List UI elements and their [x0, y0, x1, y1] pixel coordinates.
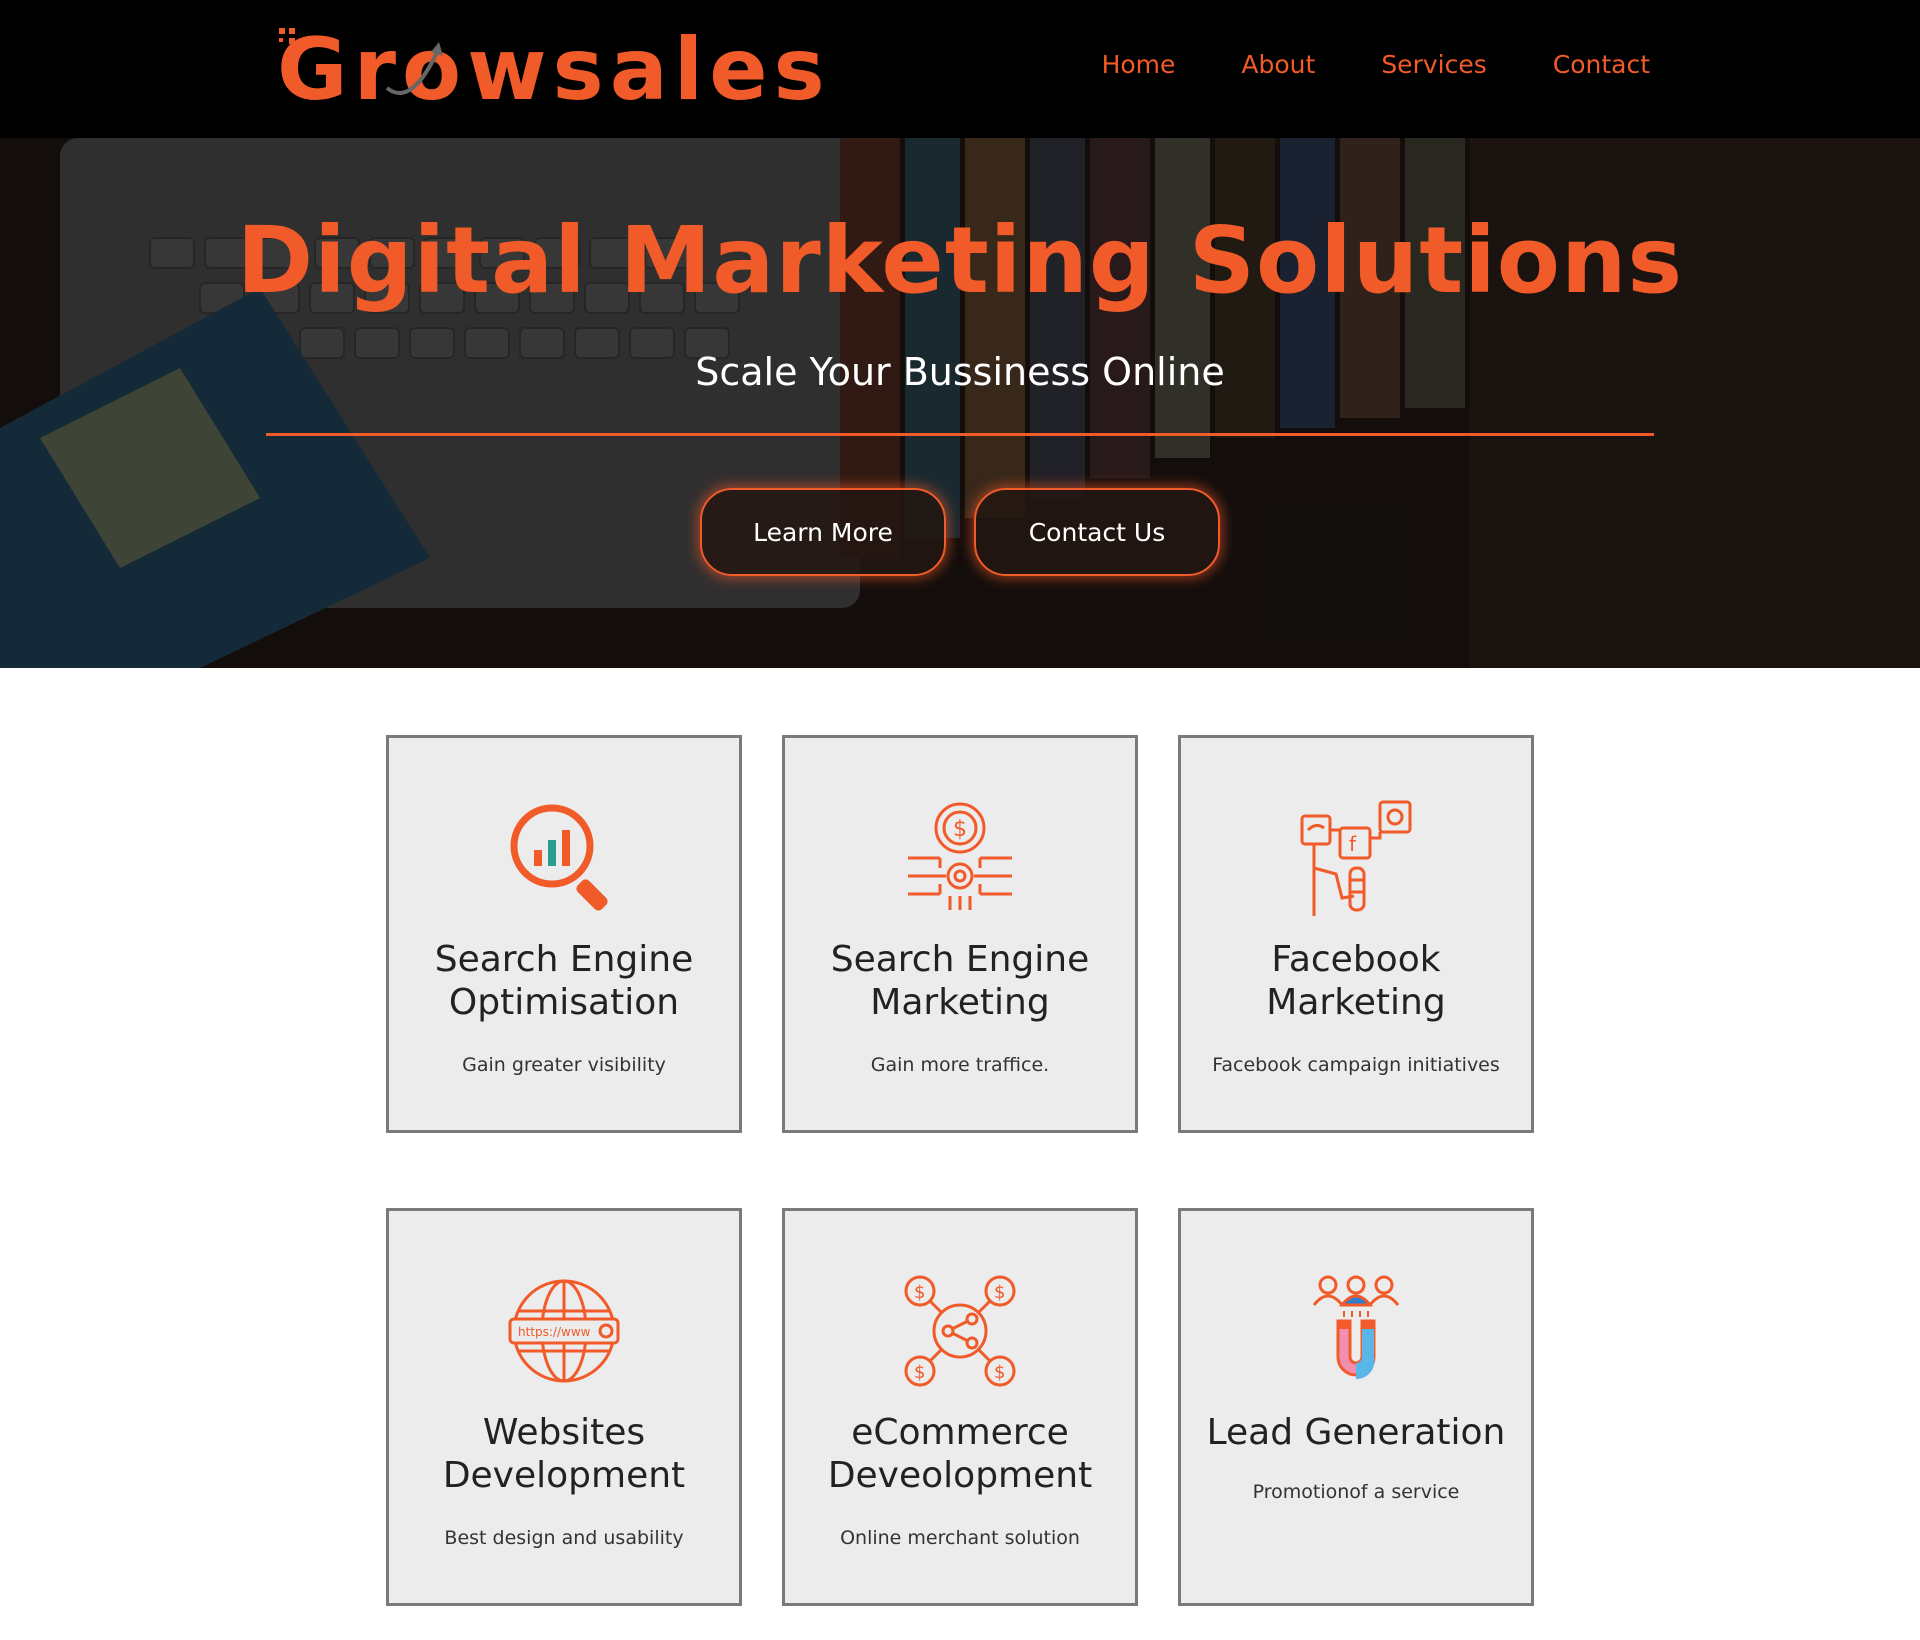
learn-more-button[interactable]: Learn More: [700, 488, 946, 576]
nav-contact-link[interactable]: Contact: [1553, 50, 1650, 79]
service-title-line1: eCommerce: [851, 1412, 1069, 1453]
seo-magnifier-chart-icon: [510, 804, 608, 911]
nav-services-link[interactable]: Services: [1381, 50, 1486, 79]
contact-us-button[interactable]: Contact Us: [974, 488, 1220, 576]
service-title-line2: Optimisation: [448, 982, 680, 1023]
service-card-facebook[interactable]: f Facebook Marketing Facebook campaign i…: [1178, 735, 1534, 1133]
service-description: Best design and usability: [444, 1527, 684, 1549]
service-title-line1: Facebook: [1271, 939, 1441, 980]
service-description: Online merchant solution: [840, 1527, 1080, 1549]
top-navbar: Growsales Home About Services Contact: [0, 0, 1920, 138]
nav-home-link[interactable]: Home: [1102, 50, 1176, 79]
pixel-dots-icon: [279, 28, 295, 44]
social-hand-icon: f: [1300, 800, 1412, 916]
service-title-line2: Marketing: [870, 982, 1050, 1023]
service-title-line2: Deveolopment: [827, 1455, 1093, 1496]
service-description: Facebook campaign initiatives: [1212, 1054, 1500, 1076]
service-card-sem[interactable]: $ Search Engine Marketing Gain more traf…: [782, 735, 1138, 1133]
hero-divider: [266, 433, 1654, 436]
money-network-gear-icon: $: [908, 802, 1012, 910]
svg-text:$: $: [994, 1282, 1005, 1303]
svg-text:$: $: [914, 1362, 925, 1383]
globe-arrow-icon: [385, 42, 443, 95]
service-title-line1: Search Engine: [434, 939, 694, 980]
hero-section: Digital Marketing Solutions Scale Your B…: [0, 138, 1920, 668]
service-title-line1: Websites: [482, 1412, 646, 1453]
service-card-websites[interactable]: https://www Websites Development Best de…: [386, 1208, 742, 1606]
service-description: Gain more traffice.: [870, 1054, 1050, 1076]
svg-text:$: $: [953, 817, 967, 842]
nav-links: Home About Services Contact: [1102, 50, 1650, 79]
service-title-line1: Search Engine: [830, 939, 1090, 980]
svg-text:$: $: [914, 1282, 925, 1303]
hero-subtitle: Scale Your Bussiness Online: [695, 350, 1225, 394]
brand-name: Growsales: [277, 20, 831, 120]
svg-text:f: f: [1349, 832, 1357, 856]
share-dollar-network-icon: $ $ $ $: [904, 1275, 1016, 1387]
globe-www-icon: https://www: [508, 1279, 620, 1383]
service-description: Promotionof a service: [1252, 1481, 1460, 1503]
svg-text:$: $: [994, 1362, 1005, 1383]
svg-text:https://www: https://www: [518, 1325, 591, 1339]
service-description: Gain greater visibility: [462, 1054, 666, 1076]
service-card-lead-generation[interactable]: Lead Generation Promotionof a service: [1178, 1208, 1534, 1606]
hero-title: Digital Marketing Solutions: [236, 207, 1684, 314]
nav-about-link[interactable]: About: [1241, 50, 1315, 79]
service-card-ecommerce[interactable]: $ $ $ $ eCommerce Deveolopment Online me…: [782, 1208, 1138, 1606]
service-title-line2: Marketing: [1266, 982, 1446, 1023]
service-title-line2: Development: [442, 1455, 686, 1496]
brand-logo[interactable]: Growsales: [277, 20, 831, 120]
service-card-seo[interactable]: Search Engine Optimisation Gain greater …: [386, 735, 742, 1133]
service-title-line1: Lead Generation: [1206, 1412, 1506, 1453]
magnet-people-icon: [1312, 1275, 1400, 1380]
